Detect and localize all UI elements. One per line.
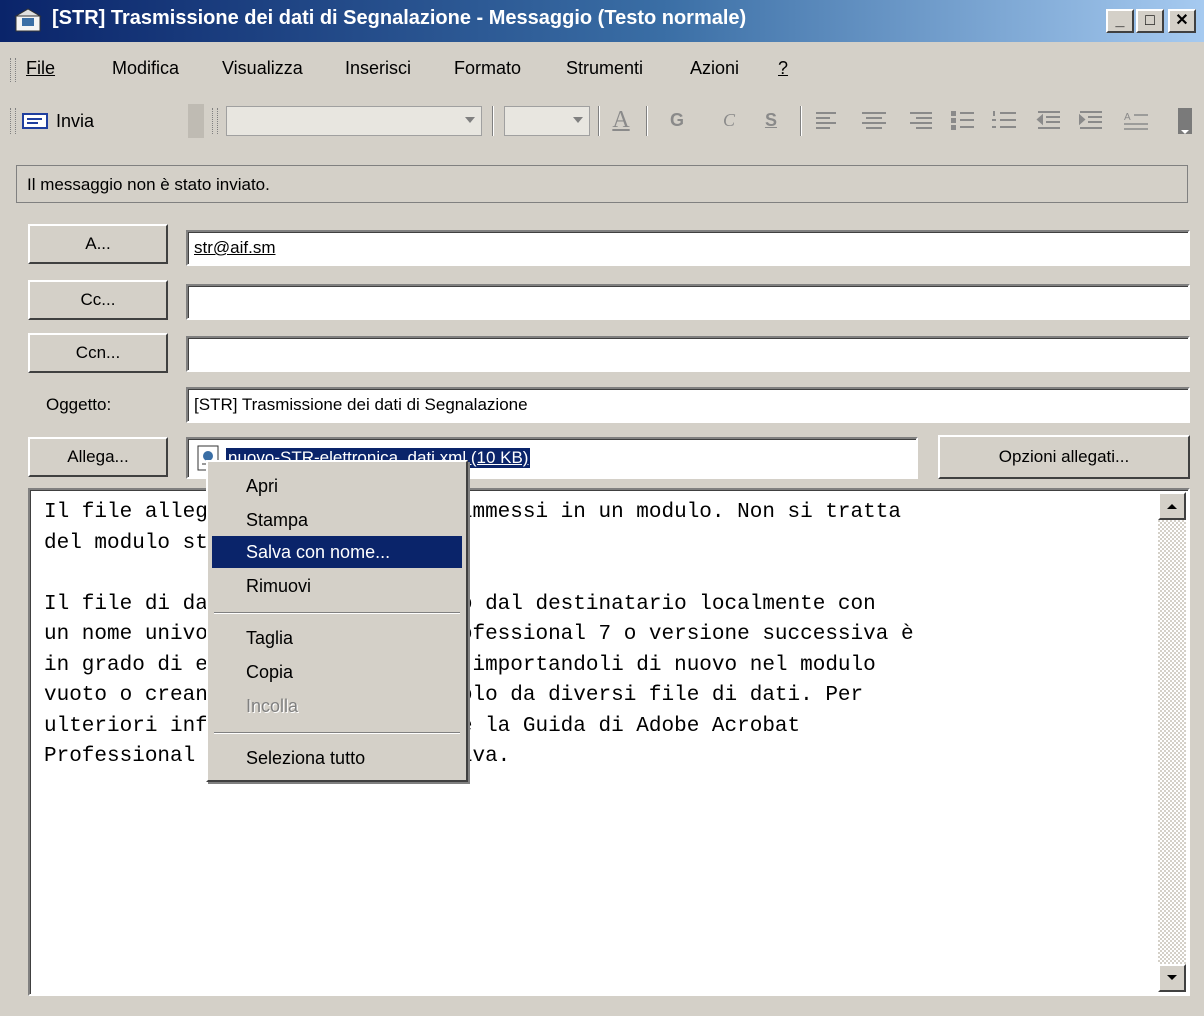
close-button[interactable]: ✕ bbox=[1168, 9, 1196, 33]
italic-icon[interactable]: C bbox=[714, 104, 744, 136]
chevron-down-icon bbox=[465, 117, 475, 123]
align-left-icon bbox=[816, 112, 836, 129]
send-label: Invia bbox=[56, 110, 95, 131]
arrow-down-icon bbox=[1167, 975, 1177, 980]
underline-icon[interactable]: S bbox=[756, 104, 786, 136]
ctx-cut[interactable]: Taglia bbox=[212, 622, 462, 654]
to-button[interactable]: A... bbox=[28, 224, 168, 264]
body-line[interactable]: ulteriori informazioni, consultare la Gu… bbox=[44, 712, 914, 743]
body-line[interactable]: Il file di dati può essere salvato dal d… bbox=[44, 590, 914, 621]
status-info-bar: Il messaggio non è stato inviato. bbox=[16, 165, 1188, 203]
toolbar-grip[interactable] bbox=[10, 108, 16, 134]
toolbar-separator bbox=[646, 106, 648, 136]
ctx-paste: Incolla bbox=[246, 695, 299, 716]
align-right-icon bbox=[910, 112, 932, 129]
ctx-save-as[interactable]: Salva con nome... bbox=[212, 536, 462, 568]
bcc-button[interactable]: Ccn... bbox=[28, 333, 168, 373]
vertical-scrollbar[interactable] bbox=[1158, 492, 1186, 992]
font-name-combo[interactable] bbox=[226, 106, 482, 136]
attachment-context-menu: Apri Stampa Salva con nome... Rimuovi Ta… bbox=[206, 460, 468, 782]
attach-button[interactable]: Allega... bbox=[28, 437, 168, 477]
toolbar-separator bbox=[492, 106, 494, 136]
arrow-up-icon bbox=[1167, 504, 1177, 509]
minimize-button[interactable]: _ bbox=[1106, 9, 1134, 33]
paragraph-format-icons[interactable]: A bbox=[812, 108, 1192, 134]
ctx-copy[interactable]: Copia bbox=[212, 656, 462, 688]
svg-text:A: A bbox=[1124, 112, 1131, 123]
send-button[interactable]: Invia bbox=[22, 106, 172, 136]
cc-button[interactable]: Cc... bbox=[28, 280, 168, 320]
ctx-select-all[interactable]: Seleziona tutto bbox=[212, 742, 462, 774]
body-line[interactable] bbox=[44, 559, 914, 590]
ctx-separator bbox=[214, 612, 460, 614]
menu-help[interactable]: ? bbox=[778, 58, 788, 79]
ctx-print[interactable]: Stampa bbox=[212, 504, 462, 536]
cc-field[interactable] bbox=[186, 284, 1190, 320]
toolbar2-grip[interactable] bbox=[212, 108, 218, 134]
body-line[interactable]: in grado di elaborare questi dati import… bbox=[44, 651, 914, 682]
attach-options-button[interactable]: Opzioni allegati... bbox=[938, 435, 1190, 479]
to-recipient[interactable]: str@aif.sm bbox=[194, 238, 275, 257]
toolbar-chevron[interactable] bbox=[188, 104, 204, 138]
subject-field[interactable]: [STR] Trasmissione dei dati di Segnalazi… bbox=[186, 387, 1190, 423]
body-line[interactable]: un nome univoco. Adobe Acrobat Professio… bbox=[44, 620, 914, 651]
body-line[interactable]: Il file allegato contiene i dati immessi… bbox=[44, 498, 914, 529]
menu-formato[interactable]: Formato bbox=[454, 58, 521, 79]
message-app-icon[interactable] bbox=[14, 8, 44, 32]
maximize-button[interactable]: □ bbox=[1136, 9, 1164, 33]
toolbar-overflow-chevron bbox=[1178, 108, 1192, 134]
minimize-icon: _ bbox=[1115, 12, 1125, 29]
maximize-icon: □ bbox=[1145, 12, 1155, 29]
menu-strumenti[interactable]: Strumenti bbox=[566, 58, 643, 79]
title-bar[interactable]: [STR] Trasmissione dei dati di Segnalazi… bbox=[0, 0, 1204, 42]
increase-indent-icon bbox=[1079, 111, 1102, 129]
body-line[interactable]: Professional 7 o versione successiva. bbox=[44, 742, 914, 773]
message-body[interactable]: Il file allegato contiene i dati immessi… bbox=[28, 488, 1190, 996]
menu-grip[interactable] bbox=[10, 58, 16, 82]
font-color-icon[interactable]: A bbox=[606, 104, 636, 136]
close-icon: ✕ bbox=[1175, 12, 1189, 29]
ctx-open[interactable]: Apri bbox=[212, 470, 462, 502]
decrease-indent-icon bbox=[1036, 111, 1060, 129]
toolbar-separator bbox=[800, 106, 802, 136]
body-line[interactable]: del modulo stesso. bbox=[44, 529, 914, 560]
font-size-combo[interactable] bbox=[504, 106, 590, 136]
body-line[interactable]: vuoto o creando un foglio di calcolo da … bbox=[44, 681, 914, 712]
menu-inserisci[interactable]: Inserisci bbox=[345, 58, 411, 79]
numbering-icon bbox=[992, 111, 1016, 128]
menu-file[interactable]: File bbox=[26, 58, 55, 79]
chevron-down-icon bbox=[573, 117, 583, 123]
style-icon: A bbox=[1124, 112, 1148, 130]
bcc-field[interactable] bbox=[186, 336, 1190, 372]
send-icon bbox=[22, 113, 48, 129]
ctx-remove[interactable]: Rimuovi bbox=[212, 570, 462, 602]
bullets-icon bbox=[951, 111, 974, 130]
scroll-down-button[interactable] bbox=[1158, 964, 1186, 992]
window-title: [STR] Trasmissione dei dati di Segnalazi… bbox=[52, 7, 747, 29]
menu-modifica[interactable]: Modifica bbox=[112, 58, 179, 79]
menu-visualizza[interactable]: Visualizza bbox=[222, 58, 303, 79]
to-field[interactable]: str@aif.sm bbox=[186, 230, 1190, 266]
subject-label: Oggetto: bbox=[46, 395, 112, 414]
message-body-text[interactable]: Il file allegato contiene i dati immessi… bbox=[44, 498, 914, 773]
toolbar-separator bbox=[598, 106, 600, 136]
ctx-separator bbox=[214, 732, 460, 734]
align-center-icon bbox=[862, 112, 886, 129]
menu-azioni[interactable]: Azioni bbox=[690, 58, 739, 79]
bold-icon[interactable]: G bbox=[662, 104, 692, 136]
scroll-up-button[interactable] bbox=[1158, 492, 1186, 520]
